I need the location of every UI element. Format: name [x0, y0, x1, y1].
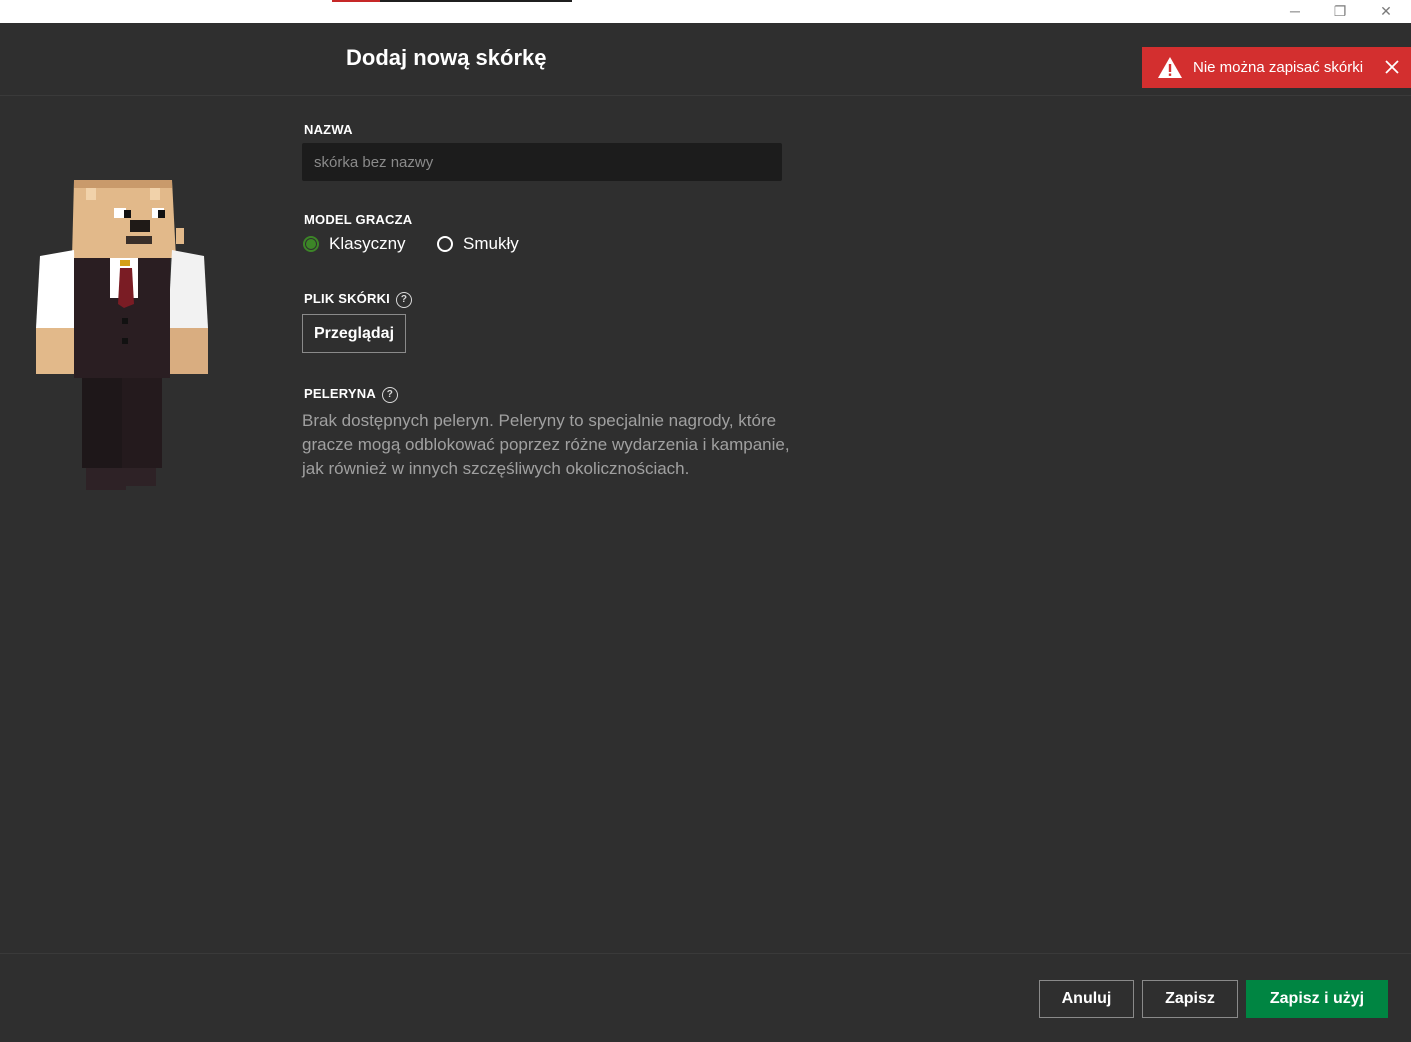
- player-model-label: MODEL GRACZA: [304, 212, 413, 227]
- close-icon[interactable]: [1382, 57, 1402, 77]
- page-title: Dodaj nową skórkę: [346, 45, 547, 70]
- skin-file-label: PLIK SKÓRKI: [304, 291, 390, 306]
- cape-label-row: PELERYNA?: [304, 386, 398, 403]
- close-window-button[interactable]: ✕: [1363, 0, 1409, 22]
- cape-label: PELERYNA: [304, 386, 376, 401]
- restore-button[interactable]: ❐: [1317, 0, 1363, 22]
- name-input[interactable]: [302, 143, 782, 181]
- minimize-button[interactable]: ─: [1272, 0, 1318, 22]
- cancel-button[interactable]: Anuluj: [1039, 980, 1134, 1018]
- skin-preview[interactable]: [34, 178, 210, 492]
- radio-slim[interactable]: Smukły: [437, 234, 519, 254]
- radio-slim-label: Smukły: [463, 234, 519, 253]
- radio-classic[interactable]: Klasyczny: [303, 234, 406, 254]
- tab-indicator: [332, 0, 572, 2]
- title-bar: ─ ❐ ✕: [0, 0, 1411, 23]
- radio-selected-icon: [303, 236, 319, 252]
- save-button[interactable]: Zapisz: [1142, 980, 1238, 1018]
- help-icon[interactable]: ?: [395, 291, 412, 308]
- help-icon[interactable]: ?: [381, 386, 398, 403]
- name-label: NAZWA: [304, 122, 353, 137]
- error-toast: Nie można zapisać skórki: [1142, 47, 1411, 88]
- dialog-footer: Anuluj Zapisz Zapisz i użyj: [0, 953, 1411, 1042]
- warning-icon: [1158, 57, 1182, 78]
- browse-button[interactable]: Przeglądaj: [302, 314, 406, 353]
- toast-message: Nie można zapisać skórki: [1193, 59, 1364, 76]
- radio-classic-label: Klasyczny: [329, 234, 406, 253]
- save-and-use-button[interactable]: Zapisz i użyj: [1246, 980, 1388, 1018]
- cape-description: Brak dostępnych peleryn. Peleryny to spe…: [302, 411, 790, 478]
- skin-file-label-row: PLIK SKÓRKI?: [304, 291, 412, 308]
- radio-unselected-icon: [437, 236, 453, 252]
